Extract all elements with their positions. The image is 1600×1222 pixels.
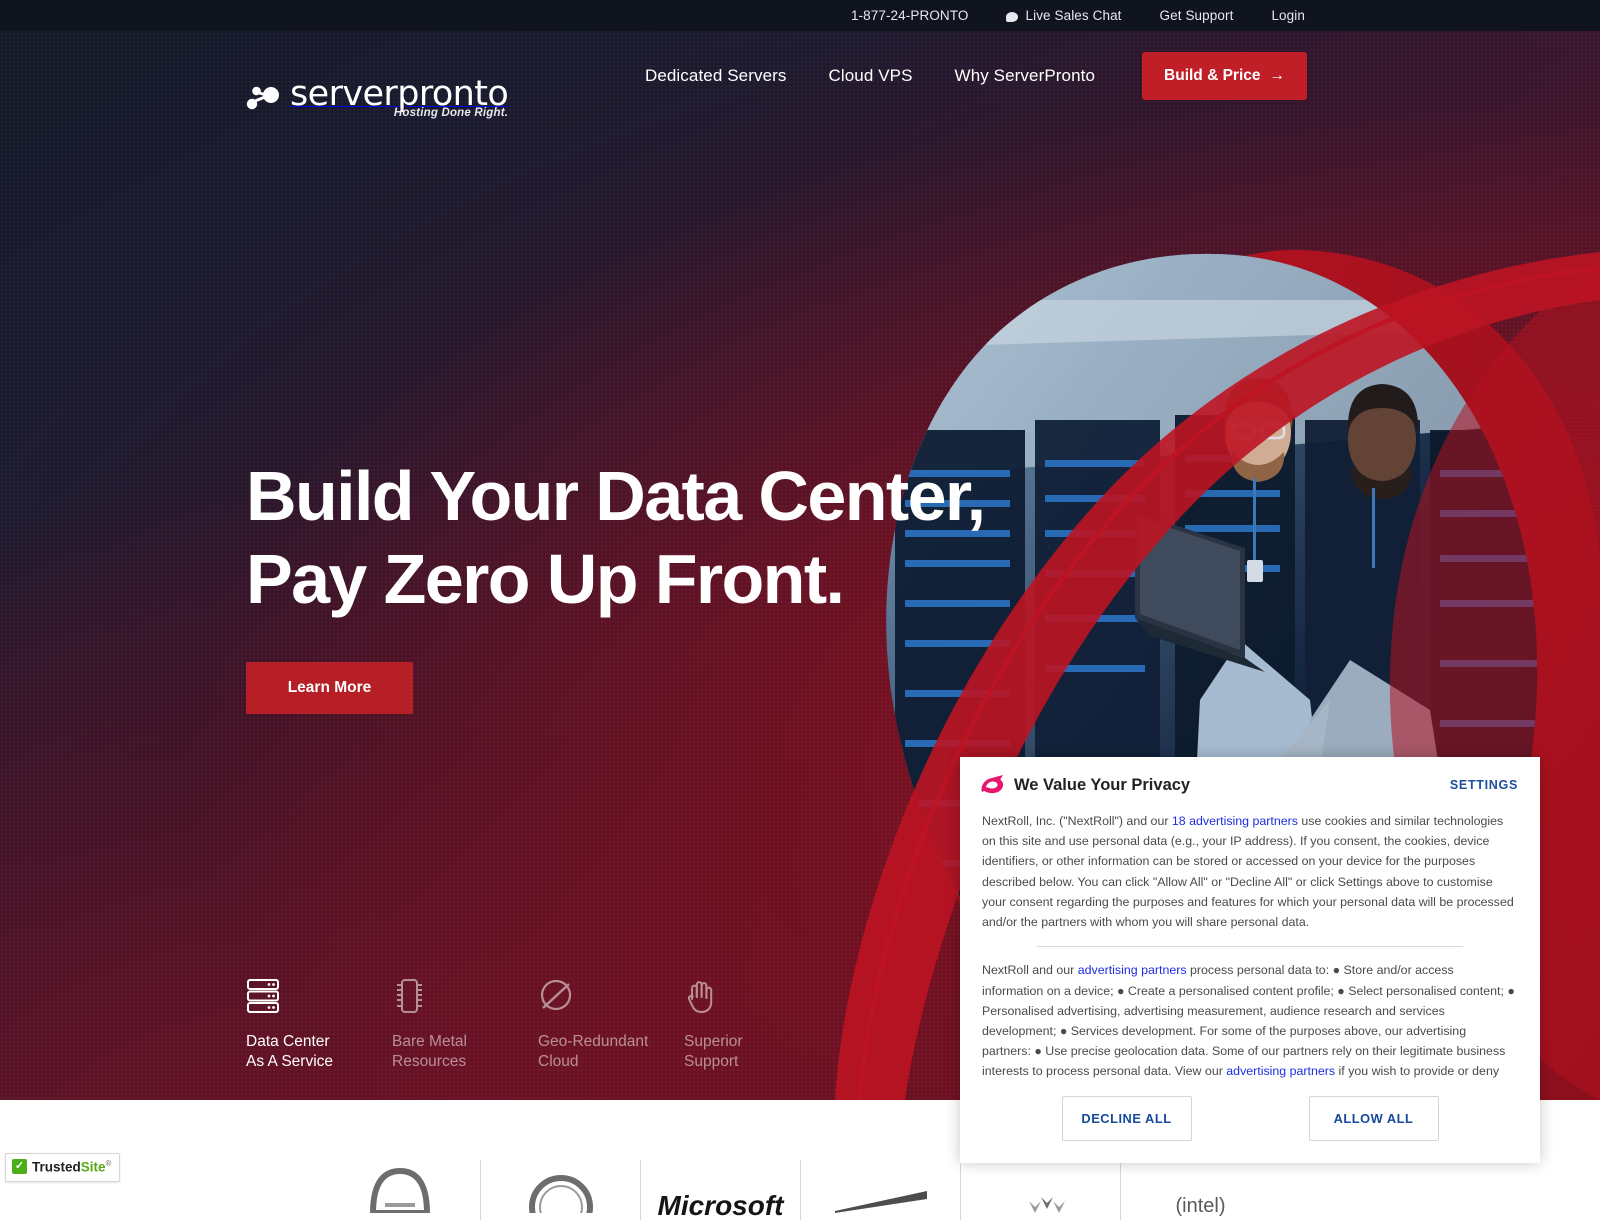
consent-title: We Value Your Privacy [1014, 775, 1191, 794]
partner-logo-intel: (intel) [1120, 1160, 1280, 1220]
login-link[interactable]: Login [1271, 8, 1305, 23]
feature-label: Bare Metal Resources [392, 1032, 538, 1073]
cpu-chip-icon [392, 975, 538, 1015]
trustedsite-word-site: Site [80, 1159, 106, 1175]
advertising-partners-link-2[interactable]: advertising partners [1078, 963, 1187, 977]
trustedsite-word-trusted: Trusted [32, 1159, 81, 1175]
feature-label-line1: Bare Metal [392, 1033, 467, 1050]
decline-all-button[interactable]: DECLINE ALL [1061, 1096, 1192, 1141]
partner-logo-hp [800, 1160, 960, 1220]
nav-item-cloud-vps[interactable]: Cloud VPS [828, 66, 912, 86]
build-and-price-label: Build & Price [1164, 67, 1261, 84]
consent-settings-link[interactable]: SETTINGS [1450, 778, 1518, 792]
registered-mark: ® [105, 1159, 112, 1168]
chat-bubble-icon [1006, 11, 1019, 22]
microsoft-wordmark: Microsoft [657, 1190, 784, 1221]
feature-label: Superior Support [684, 1032, 830, 1073]
nav-item-why-serverpronto[interactable]: Why ServerPronto [955, 66, 1095, 86]
headline-line-1: Build Your Data Center, [246, 457, 986, 535]
feature-geo-redundant-cloud[interactable]: Geo-Redundant Cloud [538, 975, 684, 1073]
learn-more-button[interactable]: Learn More [246, 662, 413, 715]
feature-label-line2: Support [684, 1053, 739, 1071]
consent-paragraph-2: NextRoll and our advertising partners pr… [982, 963, 1515, 1079]
live-sales-chat-label: Live Sales Chat [1025, 8, 1122, 23]
consent-paragraph-1: NextRoll, Inc. ("NextRoll") and our 18 a… [982, 814, 1514, 930]
feature-label-line1: Geo-Redundant [538, 1033, 649, 1050]
trustedsite-badge[interactable]: ✓ TrustedSite® [5, 1153, 121, 1182]
build-and-price-button[interactable]: Build & Price → [1142, 52, 1307, 100]
partner-logo-microsoft: Microsoft [640, 1160, 800, 1221]
utility-bar: 1-877-24-PRONTO Live Sales Chat Get Supp… [0, 0, 1600, 31]
server-rack-icon [246, 975, 392, 1015]
hand-wave-icon [684, 975, 830, 1015]
consent-actions: DECLINE ALL ALLOW ALL [960, 1082, 1540, 1163]
consent-divider-1 [1037, 946, 1463, 948]
page-title: Build Your Data Center, Pay Zero Up Fron… [246, 455, 986, 620]
feature-label-line2: Resources [392, 1053, 467, 1071]
feature-label-line1: Data Center [246, 1033, 330, 1050]
feature-label-line2: As A Service [246, 1053, 334, 1071]
hero-content: Build Your Data Center, Pay Zero Up Fron… [246, 455, 986, 715]
consent-body: NextRoll, Inc. ("NextRoll") and our 18 a… [960, 801, 1540, 1082]
primary-nav: Dedicated Servers Cloud VPS Why ServerPr… [603, 31, 1307, 121]
globe-swoosh-icon [538, 975, 684, 1015]
cookie-consent-dialog: We Value Your Privacy SETTINGS NextRoll,… [960, 757, 1540, 1163]
brand-tagline: Hosting Done Right. [393, 107, 509, 119]
phone-link[interactable]: 1-877-24-PRONTO [851, 8, 969, 23]
nextroll-swirl-icon [981, 775, 1004, 794]
site-header: serverpronto Hosting Done Right. Dedicat… [0, 31, 1600, 121]
brand-logo[interactable]: serverpronto Hosting Done Right. [246, 77, 509, 119]
advertising-partners-link-1[interactable]: 18 advertising partners [1172, 814, 1298, 828]
partner-logo-cisco-shield [320, 1160, 480, 1220]
partner-logo-vmware [960, 1160, 1120, 1220]
hero-feature-list: Data Center As A Service Bare Metal Reso… [246, 975, 830, 1073]
molecule-icon [246, 86, 279, 110]
intel-wordmark: intel [1182, 1194, 1219, 1217]
feature-superior-support[interactable]: Superior Support [684, 975, 830, 1073]
feature-data-center-as-a-service[interactable]: Data Center As A Service [246, 975, 392, 1073]
allow-all-button[interactable]: ALLOW ALL [1308, 1096, 1439, 1141]
feature-label: Data Center As A Service [246, 1032, 392, 1073]
feature-label-line1: Superior [684, 1033, 743, 1050]
headline-line-2: Pay Zero Up Front. [246, 539, 845, 618]
feature-label-line2: Cloud [538, 1053, 579, 1071]
nav-item-dedicated-servers[interactable]: Dedicated Servers [645, 66, 787, 86]
feature-label: Geo-Redundant Cloud [538, 1032, 684, 1073]
consent-header: We Value Your Privacy SETTINGS [960, 757, 1540, 801]
partner-logo-certification-seal [480, 1160, 640, 1220]
arrow-right-icon: → [1269, 67, 1286, 84]
advertising-partners-link-3[interactable]: advertising partners [1226, 1064, 1335, 1078]
live-sales-chat-link[interactable]: Live Sales Chat [1006, 8, 1121, 23]
checkmark-icon: ✓ [12, 1159, 27, 1175]
feature-bare-metal-resources[interactable]: Bare Metal Resources [392, 975, 538, 1073]
get-support-link[interactable]: Get Support [1160, 8, 1234, 23]
